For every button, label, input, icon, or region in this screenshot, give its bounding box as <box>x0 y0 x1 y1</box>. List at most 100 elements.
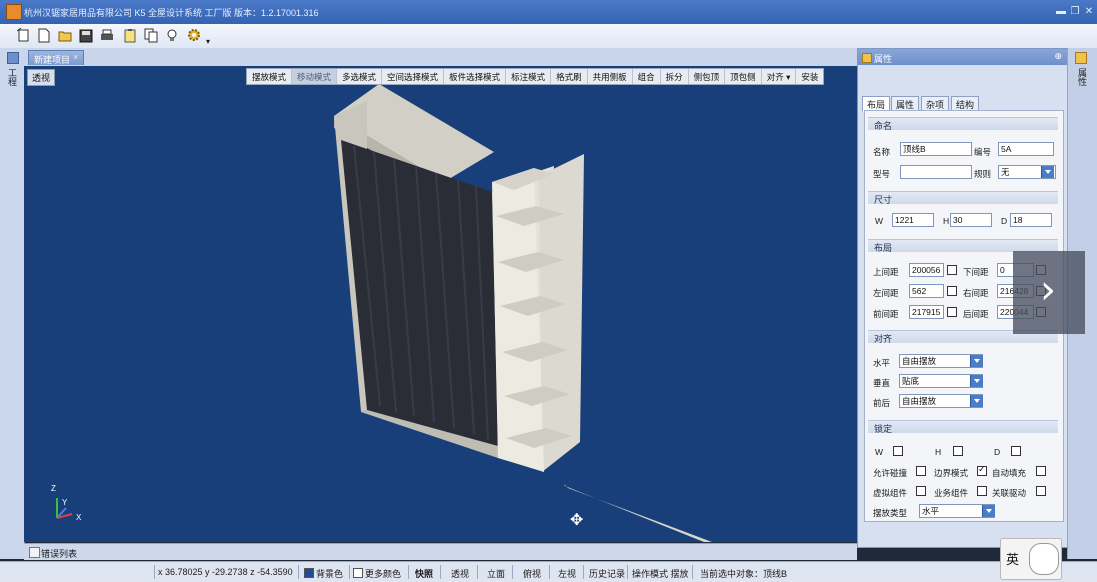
mode-align[interactable]: 对齐 ▾ <box>762 69 797 84</box>
section-naming-title: 命名 <box>874 121 893 131</box>
edge-mode-checkbox[interactable] <box>977 464 987 476</box>
mode-split[interactable]: 拆分 <box>661 69 689 84</box>
mode-place[interactable]: 摆放模式 <box>247 69 293 84</box>
bulb-icon[interactable] <box>165 28 179 43</box>
height-field[interactable]: 30 <box>950 213 992 227</box>
mode-space-select[interactable]: 空间选择模式 <box>382 69 445 84</box>
auto-fill-checkbox[interactable] <box>1036 466 1046 476</box>
axis-z-label: Z <box>51 484 56 493</box>
elevation-view-button[interactable]: 立面 <box>487 567 505 580</box>
settings-gear-icon[interactable] <box>186 28 202 43</box>
history-button[interactable]: 历史记录 <box>589 567 625 580</box>
left-dock-label[interactable]: 工程 <box>6 68 19 86</box>
link-drive-checkbox[interactable] <box>1036 486 1046 496</box>
perspective-view-button[interactable]: 透视 <box>451 567 469 580</box>
mode-panel-select[interactable]: 板件选择模式 <box>444 69 507 84</box>
bg-color-label[interactable]: 背景色 <box>316 567 343 580</box>
app-icon <box>6 4 22 20</box>
lock-d-label: D <box>994 447 1001 457</box>
edge-mode-label: 边界模式 <box>934 468 969 478</box>
code-field[interactable]: 5A <box>998 142 1054 156</box>
more-color-button[interactable]: 更多颜色 <box>365 567 401 580</box>
3d-viewport[interactable]: 透视 摆放模式 移动模式 多选模式 空间选择模式 板件选择模式 标注模式 格式刷… <box>24 66 857 542</box>
view-label[interactable]: 透视 <box>27 69 56 86</box>
section-lock-title: 锁定 <box>874 424 893 434</box>
lock-d-checkbox[interactable] <box>1011 446 1021 456</box>
front-spacing-field[interactable]: 217915 <box>909 305 944 319</box>
top-view-button[interactable]: 俯视 <box>523 567 541 580</box>
virtual-group-checkbox[interactable] <box>916 486 926 496</box>
allow-collision-checkbox[interactable] <box>916 466 926 476</box>
chevron-down-icon: ▾ <box>786 72 791 82</box>
operation-mode-status: 操作模式 摆放 <box>632 569 689 579</box>
clipboard-icon[interactable] <box>123 28 137 43</box>
scene-canvas[interactable] <box>24 66 857 542</box>
chevron-down-icon[interactable] <box>970 395 983 407</box>
left-spacing-lock-checkbox[interactable] <box>947 286 957 296</box>
top-spacing-lock-checkbox[interactable] <box>947 265 957 275</box>
snapshot-button[interactable]: 快照 <box>415 567 433 580</box>
chevron-down-icon[interactable] <box>982 505 995 517</box>
top-spacing-field[interactable]: 200056 <box>909 263 944 277</box>
blank-doc-icon[interactable] <box>37 28 51 43</box>
name-label: 名称 <box>873 147 891 157</box>
mode-shared-side[interactable]: 共用侧板 <box>588 69 633 84</box>
close-icon[interactable]: ✕ <box>1083 6 1095 18</box>
mode-top-wrap-side[interactable]: 顶包侧 <box>725 69 762 84</box>
mode-group[interactable]: 组合 <box>633 69 661 84</box>
mode-side-wrap-top[interactable]: 侧包顶 <box>689 69 726 84</box>
chevron-down-icon[interactable] <box>970 355 983 367</box>
current-object-status: 当前选中对象：顶线B <box>700 569 788 579</box>
height-label: H <box>943 216 950 226</box>
auto-fill-label: 自动填充 <box>992 468 1027 478</box>
error-list-tab[interactable]: 错误列表 <box>41 547 77 560</box>
chevron-down-icon[interactable] <box>970 375 983 387</box>
toolbar-overflow-icon[interactable]: ▾ <box>206 37 210 46</box>
print-icon[interactable] <box>100 28 114 43</box>
left-view-button[interactable]: 左视 <box>558 567 576 580</box>
close-icon[interactable]: × <box>73 52 78 62</box>
next-arrow-button[interactable]: › <box>1013 251 1085 334</box>
business-group-checkbox[interactable] <box>977 486 987 496</box>
new-icon[interactable] <box>17 28 31 43</box>
document-tab[interactable]: 新建项目 × <box>28 50 84 65</box>
code-label: 编号 <box>974 147 992 157</box>
name-field[interactable]: 顶线B <box>900 142 972 156</box>
pin-icon[interactable]: ⊕ <box>1054 51 1062 62</box>
open-folder-icon[interactable] <box>58 28 72 43</box>
mode-move[interactable]: 移动模式 <box>292 69 338 84</box>
properties-icon[interactable] <box>1075 52 1087 64</box>
chevron-down-icon[interactable] <box>1041 166 1054 178</box>
rule-label: 规则 <box>974 169 992 179</box>
depth-label: D <box>1001 216 1008 226</box>
depth-field[interactable]: 18 <box>1010 213 1052 227</box>
mode-format-brush[interactable]: 格式刷 <box>551 69 588 84</box>
properties-panel-title: 属性 <box>874 54 893 64</box>
lock-w-checkbox[interactable] <box>893 446 903 456</box>
more-color-swatch[interactable] <box>353 568 363 578</box>
back-spacing-label: 后间距 <box>963 309 989 319</box>
copy-icon[interactable] <box>144 28 158 43</box>
lock-h-checkbox[interactable] <box>953 446 963 456</box>
ime-indicator[interactable]: 英 <box>1000 538 1062 580</box>
status-bar: x 36.78025 y -29.2738 z -54.3590 背景色 更多颜… <box>0 561 1097 582</box>
mode-annotate[interactable]: 标注模式 <box>506 69 552 84</box>
restore-icon[interactable]: ❐ <box>1069 6 1081 18</box>
right-dock-label[interactable]: 属性 <box>1076 68 1089 86</box>
front-spacing-lock-checkbox[interactable] <box>947 307 957 317</box>
section-naming: 命名 <box>868 117 1058 131</box>
model-field[interactable] <box>900 165 972 179</box>
virtual-group-label: 虚拟组件 <box>873 488 908 498</box>
chevron-right-icon: › <box>1040 267 1056 313</box>
section-align-title: 对齐 <box>874 334 893 344</box>
front-spacing-label: 前间距 <box>873 309 899 319</box>
width-field[interactable]: 1221 <box>892 213 934 227</box>
axis-x-label: X <box>76 513 82 522</box>
mode-multi-select[interactable]: 多选模式 <box>337 69 383 84</box>
left-spacing-field[interactable]: 562 <box>909 284 944 298</box>
mode-install[interactable]: 安装 <box>796 69 823 84</box>
bg-color-swatch[interactable] <box>304 568 314 578</box>
save-icon[interactable] <box>79 28 93 43</box>
minimize-icon[interactable]: ▬ <box>1055 6 1067 18</box>
tools-icon[interactable] <box>7 52 19 64</box>
